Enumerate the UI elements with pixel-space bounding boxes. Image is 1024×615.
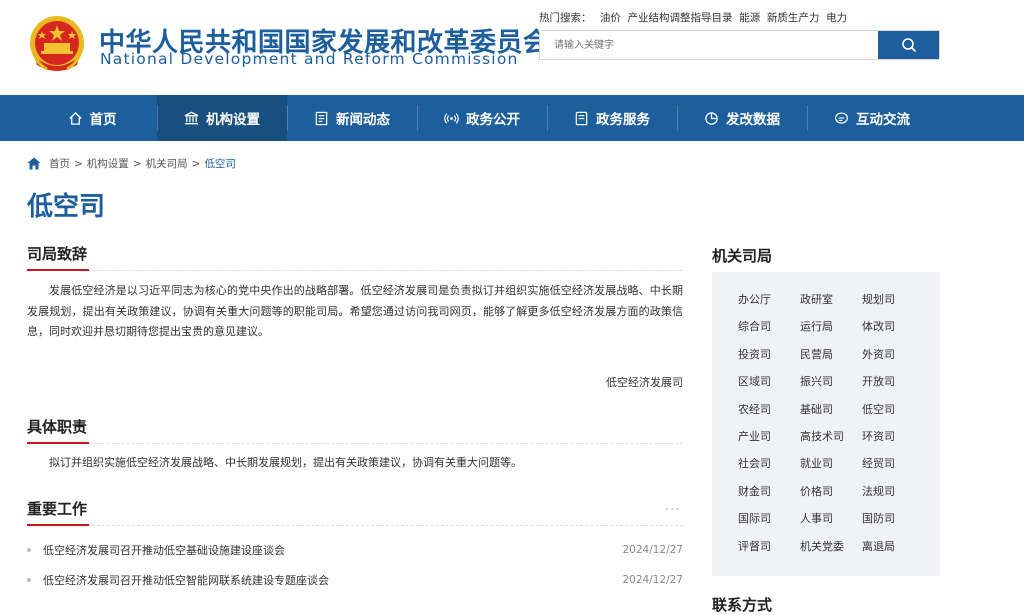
news-date: 2024/12/27 bbox=[622, 574, 683, 586]
department-link[interactable]: 评督司 bbox=[738, 533, 800, 560]
department-link[interactable]: 就业司 bbox=[800, 450, 862, 477]
main-nav: 首页 机构设置 新闻动态 政务公开 政务服务 发改数据 互动交流 bbox=[0, 95, 1024, 141]
department-link[interactable]: 低空司 bbox=[862, 396, 924, 423]
sidebar-title-contact: 联系方式 bbox=[712, 596, 773, 614]
nav-item-home[interactable]: 首页 bbox=[27, 95, 157, 141]
news-title-link[interactable]: 低空经济发展司召开推动低空智能网联系统建设专题座谈会 bbox=[43, 572, 622, 588]
nav-item-gov-affairs[interactable]: 政务公开 bbox=[417, 95, 547, 141]
breadcrumb: 首页 > 机构设置 > 机关司局 > 低空司 bbox=[27, 156, 236, 171]
nav-item-label: 政务服务 bbox=[596, 112, 650, 128]
nav-item-institutions[interactable]: 机构设置 bbox=[157, 95, 287, 141]
nav-item-label: 机构设置 bbox=[206, 112, 260, 128]
news-icon bbox=[315, 111, 328, 125]
nav-item-label: 政务公开 bbox=[466, 112, 520, 128]
breadcrumb-current[interactable]: 低空司 bbox=[204, 156, 236, 171]
home-icon bbox=[27, 157, 41, 170]
document-icon bbox=[575, 111, 588, 125]
breadcrumb-link[interactable]: 机关司局 bbox=[146, 156, 188, 171]
nav-item-label: 互动交流 bbox=[856, 112, 910, 128]
department-link[interactable]: 国防司 bbox=[862, 505, 924, 532]
department-link[interactable]: 环资司 bbox=[862, 423, 924, 450]
department-link[interactable]: 基础司 bbox=[800, 396, 862, 423]
department-link[interactable]: 民营局 bbox=[800, 341, 862, 368]
list-item[interactable]: 低空经济发展司召开推动低空基础设施建设座谈会 2024/12/27 bbox=[27, 535, 683, 565]
more-link[interactable]: ··· bbox=[665, 502, 681, 518]
department-link[interactable]: 机关党委 bbox=[800, 533, 862, 560]
search-button[interactable] bbox=[878, 31, 939, 59]
site-header: 中华人民共和国国家发展和改革委员会 National Development a… bbox=[0, 0, 1024, 95]
department-link[interactable]: 规划司 bbox=[862, 286, 924, 313]
section-header-message: 司局致辞 bbox=[27, 243, 683, 271]
department-grid: 办公厅 政研室 规划司综合司 运行局 体改司投资司 民营局 外资司区域司 振兴司 开放司农经司基… bbox=[738, 286, 940, 560]
home-icon bbox=[68, 111, 82, 125]
message-signature: 低空经济发展司 bbox=[606, 376, 683, 389]
department-link[interactable]: 外资司 bbox=[862, 341, 924, 368]
department-link[interactable]: 开放司 bbox=[862, 368, 924, 395]
bullet-icon bbox=[27, 548, 31, 552]
department-link[interactable]: 法规司 bbox=[862, 478, 924, 505]
department-link[interactable]: 财金司 bbox=[738, 478, 800, 505]
search-box bbox=[539, 30, 940, 60]
hot-term-link[interactable]: 油价 bbox=[600, 12, 621, 24]
duties-text: 拟订并组织实施低空经济发展战略、中长期发展规划，提出有关政策建议，协调有关重大问… bbox=[49, 456, 522, 469]
department-panel: 办公厅 政研室 规划司综合司 运行局 体改司投资司 民营局 外资司区域司 振兴司 开放司农经司基… bbox=[712, 272, 940, 576]
department-link[interactable]: 高技术司 bbox=[800, 423, 862, 450]
nav-item-interaction[interactable]: 互动交流 bbox=[807, 95, 937, 141]
section-title: 重要工作 bbox=[27, 498, 90, 526]
department-link[interactable]: 农经司 bbox=[738, 396, 800, 423]
page-title: 低空司 bbox=[27, 192, 106, 222]
department-link[interactable]: 产业司 bbox=[738, 423, 800, 450]
national-emblem-icon[interactable] bbox=[27, 13, 87, 75]
nav-item-label: 发改数据 bbox=[726, 112, 780, 128]
hot-term-link[interactable]: 产业结构调整指导目录 bbox=[628, 12, 733, 24]
department-link[interactable]: 国际司 bbox=[738, 505, 800, 532]
department-link[interactable]: 办公厅 bbox=[738, 286, 800, 313]
section-title: 具体职责 bbox=[27, 416, 90, 444]
hot-term-link[interactable]: 能源 bbox=[739, 12, 760, 24]
news-date: 2024/12/27 bbox=[622, 544, 683, 556]
work-list: 低空经济发展司召开推动低空基础设施建设座谈会 2024/12/27 低空经济发展… bbox=[27, 535, 683, 595]
department-link[interactable]: 社会司 bbox=[738, 450, 800, 477]
breadcrumb-link[interactable]: 机构设置 bbox=[87, 156, 129, 171]
hot-search-label: 热门搜索： bbox=[539, 12, 592, 24]
bullet-icon bbox=[27, 578, 31, 582]
department-link[interactable]: 离退局 bbox=[862, 533, 924, 560]
department-link[interactable]: 投资司 bbox=[738, 341, 800, 368]
chat-icon bbox=[834, 111, 849, 124]
nav-item-gov-services[interactable]: 政务服务 bbox=[547, 95, 677, 141]
institution-icon bbox=[184, 111, 199, 124]
department-link[interactable]: 价格司 bbox=[800, 478, 862, 505]
pie-chart-icon bbox=[705, 111, 718, 125]
department-link[interactable]: 经贸司 bbox=[862, 450, 924, 477]
search-input[interactable] bbox=[540, 31, 878, 59]
list-item[interactable]: 低空经济发展司召开推动低空智能网联系统建设专题座谈会 2024/12/27 bbox=[27, 565, 683, 595]
sidebar-title: 机关司局 bbox=[712, 247, 773, 265]
nav-item-label: 新闻动态 bbox=[336, 112, 390, 128]
section-title: 司局致辞 bbox=[27, 243, 90, 271]
department-link[interactable]: 人事司 bbox=[800, 505, 862, 532]
nav-item-news[interactable]: 新闻动态 bbox=[287, 95, 417, 141]
department-link[interactable]: 振兴司 bbox=[800, 368, 862, 395]
hot-term-link[interactable]: 电力 bbox=[826, 12, 847, 24]
department-link[interactable]: 运行局 bbox=[800, 313, 862, 340]
department-link[interactable]: 政研室 bbox=[800, 286, 862, 313]
hot-search: 热门搜索： 油价 产业结构调整指导目录 能源 新质生产力 电力 bbox=[539, 10, 847, 25]
broadcast-icon bbox=[444, 112, 459, 124]
department-link[interactable]: 体改司 bbox=[862, 313, 924, 340]
nav-item-data[interactable]: 发改数据 bbox=[677, 95, 807, 141]
search-icon bbox=[901, 38, 916, 52]
nav-item-label: 首页 bbox=[89, 112, 117, 128]
news-title-link[interactable]: 低空经济发展司召开推动低空基础设施建设座谈会 bbox=[43, 542, 622, 558]
section-header-work: 重要工作 ··· bbox=[27, 498, 683, 526]
message-text: 发展低空经济是以习近平同志为核心的党中央作出的战略部署。低空经济发展司是负责拟订… bbox=[27, 284, 683, 338]
department-link[interactable]: 区域司 bbox=[738, 368, 800, 395]
section-header-duties: 具体职责 bbox=[27, 416, 683, 444]
department-link[interactable]: 综合司 bbox=[738, 313, 800, 340]
hot-term-link[interactable]: 新质生产力 bbox=[767, 12, 820, 24]
site-title-en[interactable]: National Development and Reform Commissi… bbox=[100, 50, 519, 68]
breadcrumb-link[interactable]: 首页 bbox=[49, 156, 70, 171]
